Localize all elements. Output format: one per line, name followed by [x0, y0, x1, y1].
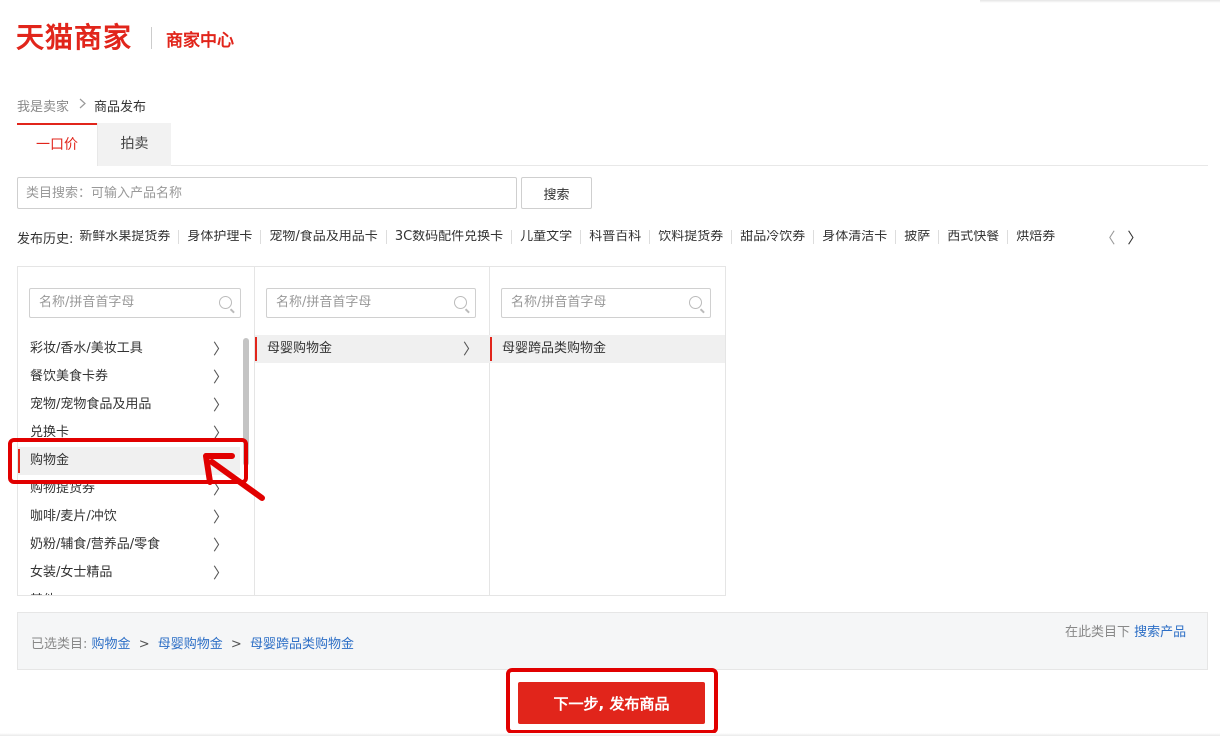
selected-label: 已选类目: — [31, 637, 88, 652]
history-item[interactable]: 儿童文学 — [511, 230, 580, 244]
category-label: 彩妆/香水/美妆工具 — [30, 341, 143, 356]
history-item[interactable]: 3C数码配件兑换卡 — [385, 230, 511, 244]
column-search-input[interactable]: 名称/拼音首字母 — [501, 288, 711, 318]
list-item[interactable]: 购物提货券 〉 — [18, 475, 240, 503]
header-title[interactable]: 商家中心 — [166, 26, 234, 51]
list-item[interactable]: 彩妆/香水/美妆工具 〉 — [18, 335, 240, 363]
list-item-selected[interactable]: 母婴跨品类购物金 — [490, 335, 725, 363]
chevron-right-icon: 〉 — [462, 340, 478, 358]
tab-bar: 一口价 拍卖 — [17, 123, 1208, 166]
selected-category-bar: 已选类目: 购物金 > 母婴购物金 > 母婴跨品类购物金 在此类目下 搜索产品 — [17, 612, 1208, 670]
category-list: 母婴购物金 〉 — [255, 335, 490, 595]
history-item[interactable]: 身体清洁卡 — [813, 230, 895, 244]
column-search-input[interactable]: 名称/拼音首字母 — [266, 288, 476, 318]
history-item[interactable]: 宠物/食品及用品卡 — [260, 230, 385, 244]
header-divider — [151, 27, 153, 49]
breadcrumb-parent[interactable]: 我是卖家 — [17, 96, 69, 115]
category-label: 兑换卡 — [30, 425, 70, 440]
history-item[interactable]: 身体护理卡 — [178, 230, 260, 244]
breadcrumb: 我是卖家 商品发布 — [17, 96, 146, 115]
selected-path: 已选类目: 购物金 > 母婴购物金 > 母婴跨品类购物金 — [31, 633, 354, 652]
search-products-link[interactable]: 搜索产品 — [1134, 625, 1186, 640]
search-icon — [689, 296, 702, 309]
category-selector: 名称/拼音首字母 彩妆/香水/美妆工具〉 餐饮美食卡券〉 宠物/宠物食品及用品〉… — [17, 266, 726, 596]
search-icon — [454, 296, 467, 309]
category-list: 彩妆/香水/美妆工具〉 餐饮美食卡券〉 宠物/宠物食品及用品〉 兑换卡〉 购物金… — [18, 335, 240, 595]
history-label: 发布历史: — [17, 231, 74, 247]
chevron-right-icon: 〉 — [212, 368, 228, 386]
selected-path-link[interactable]: 母婴跨品类购物金 — [250, 637, 354, 652]
list-item[interactable]: 咖啡/麦片/冲饮 〉 — [18, 503, 240, 531]
search-button[interactable]: 搜索 — [521, 177, 592, 209]
search-products-hint: 在此类目下 搜索产品 — [1065, 623, 1189, 643]
list-item[interactable]: 兑换卡 〉 — [18, 419, 240, 447]
chevron-right-icon: 〉 — [212, 508, 228, 526]
history-item[interactable]: 新鲜水果提货券 — [79, 230, 178, 244]
history-item[interactable]: 科普百科 — [580, 230, 649, 244]
tab-fixed-price[interactable]: 一口价 — [17, 123, 97, 166]
chevron-right-icon[interactable]: 〉 — [1127, 227, 1142, 248]
category-label: 餐饮美食卡券 — [30, 369, 109, 384]
history-item[interactable]: 饮料提货券 — [649, 230, 731, 244]
next-publish-button[interactable]: 下一步, 发布商品 — [518, 682, 705, 724]
category-column-3: 名称/拼音首字母 母婴跨品类购物金 — [490, 267, 725, 595]
list-item[interactable]: 其他 — [18, 587, 240, 595]
column-search-placeholder: 名称/拼音首字母 — [39, 295, 135, 310]
search-icon — [219, 296, 232, 309]
scrollbar-thumb[interactable] — [243, 338, 249, 466]
hint-text: 在此类目下 — [1065, 625, 1131, 640]
history-item[interactable]: 西式快餐 — [938, 230, 1007, 244]
category-label: 奶粉/辅食/营养品/零食 — [30, 537, 161, 552]
category-label: 购物金 — [30, 453, 70, 468]
category-label: 购物提货券 — [30, 481, 96, 496]
chevron-right-icon: 〉 — [212, 564, 228, 582]
tab-auction[interactable]: 拍卖 — [97, 123, 171, 166]
chevron-right-icon: 〉 — [212, 396, 228, 414]
chevron-left-icon[interactable]: 〈 — [1100, 227, 1115, 248]
chevron-right-icon: 〉 — [212, 480, 228, 498]
scrollbar[interactable] — [243, 335, 249, 595]
chevron-right-icon — [79, 98, 86, 113]
category-label: 女装/女士精品 — [30, 565, 113, 580]
chevron-right-icon: 〉 — [212, 424, 228, 442]
history-item[interactable]: 烘焙券 — [1007, 230, 1063, 244]
tmall-logo[interactable]: 天猫商家 — [16, 20, 132, 56]
publish-history: 发布历史: 新鲜水果提货券 身体护理卡 宠物/食品及用品卡 3C数码配件兑换卡 … — [17, 227, 1157, 247]
column-search-placeholder: 名称/拼音首字母 — [276, 295, 372, 310]
selected-path-link[interactable]: 购物金 — [92, 637, 131, 652]
history-list: 新鲜水果提货券 身体护理卡 宠物/食品及用品卡 3C数码配件兑换卡 儿童文学 科… — [79, 230, 1094, 244]
path-separator: > — [138, 637, 150, 652]
category-column-1: 名称/拼音首字母 彩妆/香水/美妆工具〉 餐饮美食卡券〉 宠物/宠物食品及用品〉… — [18, 267, 255, 595]
list-item[interactable]: 女装/女士精品 〉 — [18, 559, 240, 587]
list-item[interactable]: 奶粉/辅食/营养品/零食 〉 — [18, 531, 240, 559]
category-label: 宠物/宠物食品及用品 — [30, 397, 152, 412]
breadcrumb-current: 商品发布 — [94, 100, 147, 115]
chevron-right-icon: 〉 — [212, 536, 228, 554]
header: 天猫商家 商家中心 — [16, 20, 234, 56]
list-item[interactable]: 餐饮美食卡券 〉 — [18, 363, 240, 391]
category-column-2: 名称/拼音首字母 母婴购物金 〉 — [255, 267, 490, 595]
category-search-input[interactable] — [17, 177, 517, 209]
category-label: 母婴购物金 — [267, 341, 333, 356]
column-search-input[interactable]: 名称/拼音首字母 — [29, 288, 241, 318]
column-search-placeholder: 名称/拼音首字母 — [511, 295, 607, 310]
category-label: 母婴跨品类购物金 — [502, 341, 607, 356]
list-item-selected[interactable]: 购物金 — [18, 447, 240, 475]
chevron-right-icon: 〉 — [212, 340, 228, 358]
history-item[interactable]: 甜品冷饮券 — [731, 230, 813, 244]
list-item-selected[interactable]: 母婴购物金 〉 — [255, 335, 490, 363]
category-label: 其他 — [30, 593, 56, 595]
category-list: 母婴跨品类购物金 — [490, 335, 725, 595]
selected-path-link[interactable]: 母婴购物金 — [158, 637, 223, 652]
category-label: 咖啡/麦片/冲饮 — [30, 509, 117, 524]
top-shadow — [980, 0, 1220, 3]
path-separator: > — [230, 637, 242, 652]
history-pager: 〈 〉 — [1100, 227, 1142, 248]
list-item[interactable]: 宠物/宠物食品及用品 〉 — [18, 391, 240, 419]
history-item[interactable]: 披萨 — [895, 230, 938, 244]
